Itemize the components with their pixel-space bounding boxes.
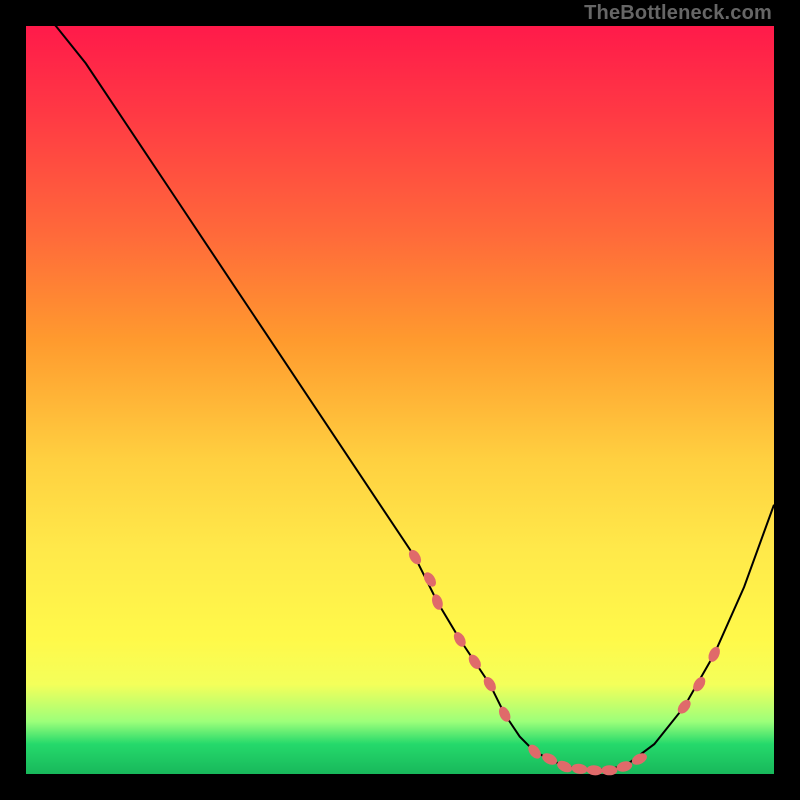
marker-point <box>555 758 574 774</box>
marker-point <box>406 548 423 567</box>
marker-point <box>586 765 603 777</box>
marker-point <box>481 675 498 694</box>
marker-point <box>706 645 722 664</box>
highlight-markers <box>406 548 722 776</box>
marker-point <box>601 765 617 775</box>
marker-point <box>451 630 468 649</box>
marker-point <box>466 652 483 671</box>
marker-point <box>571 763 588 775</box>
marker-point <box>540 751 559 767</box>
attribution-text: TheBottleneck.com <box>584 2 772 25</box>
marker-point <box>630 751 649 767</box>
plot-area <box>26 26 774 774</box>
curve-svg <box>26 26 774 774</box>
marker-point <box>430 593 445 611</box>
marker-point <box>497 705 513 724</box>
chart-container: TheBottleneck.com <box>0 0 800 800</box>
bottleneck-curve <box>26 0 774 770</box>
